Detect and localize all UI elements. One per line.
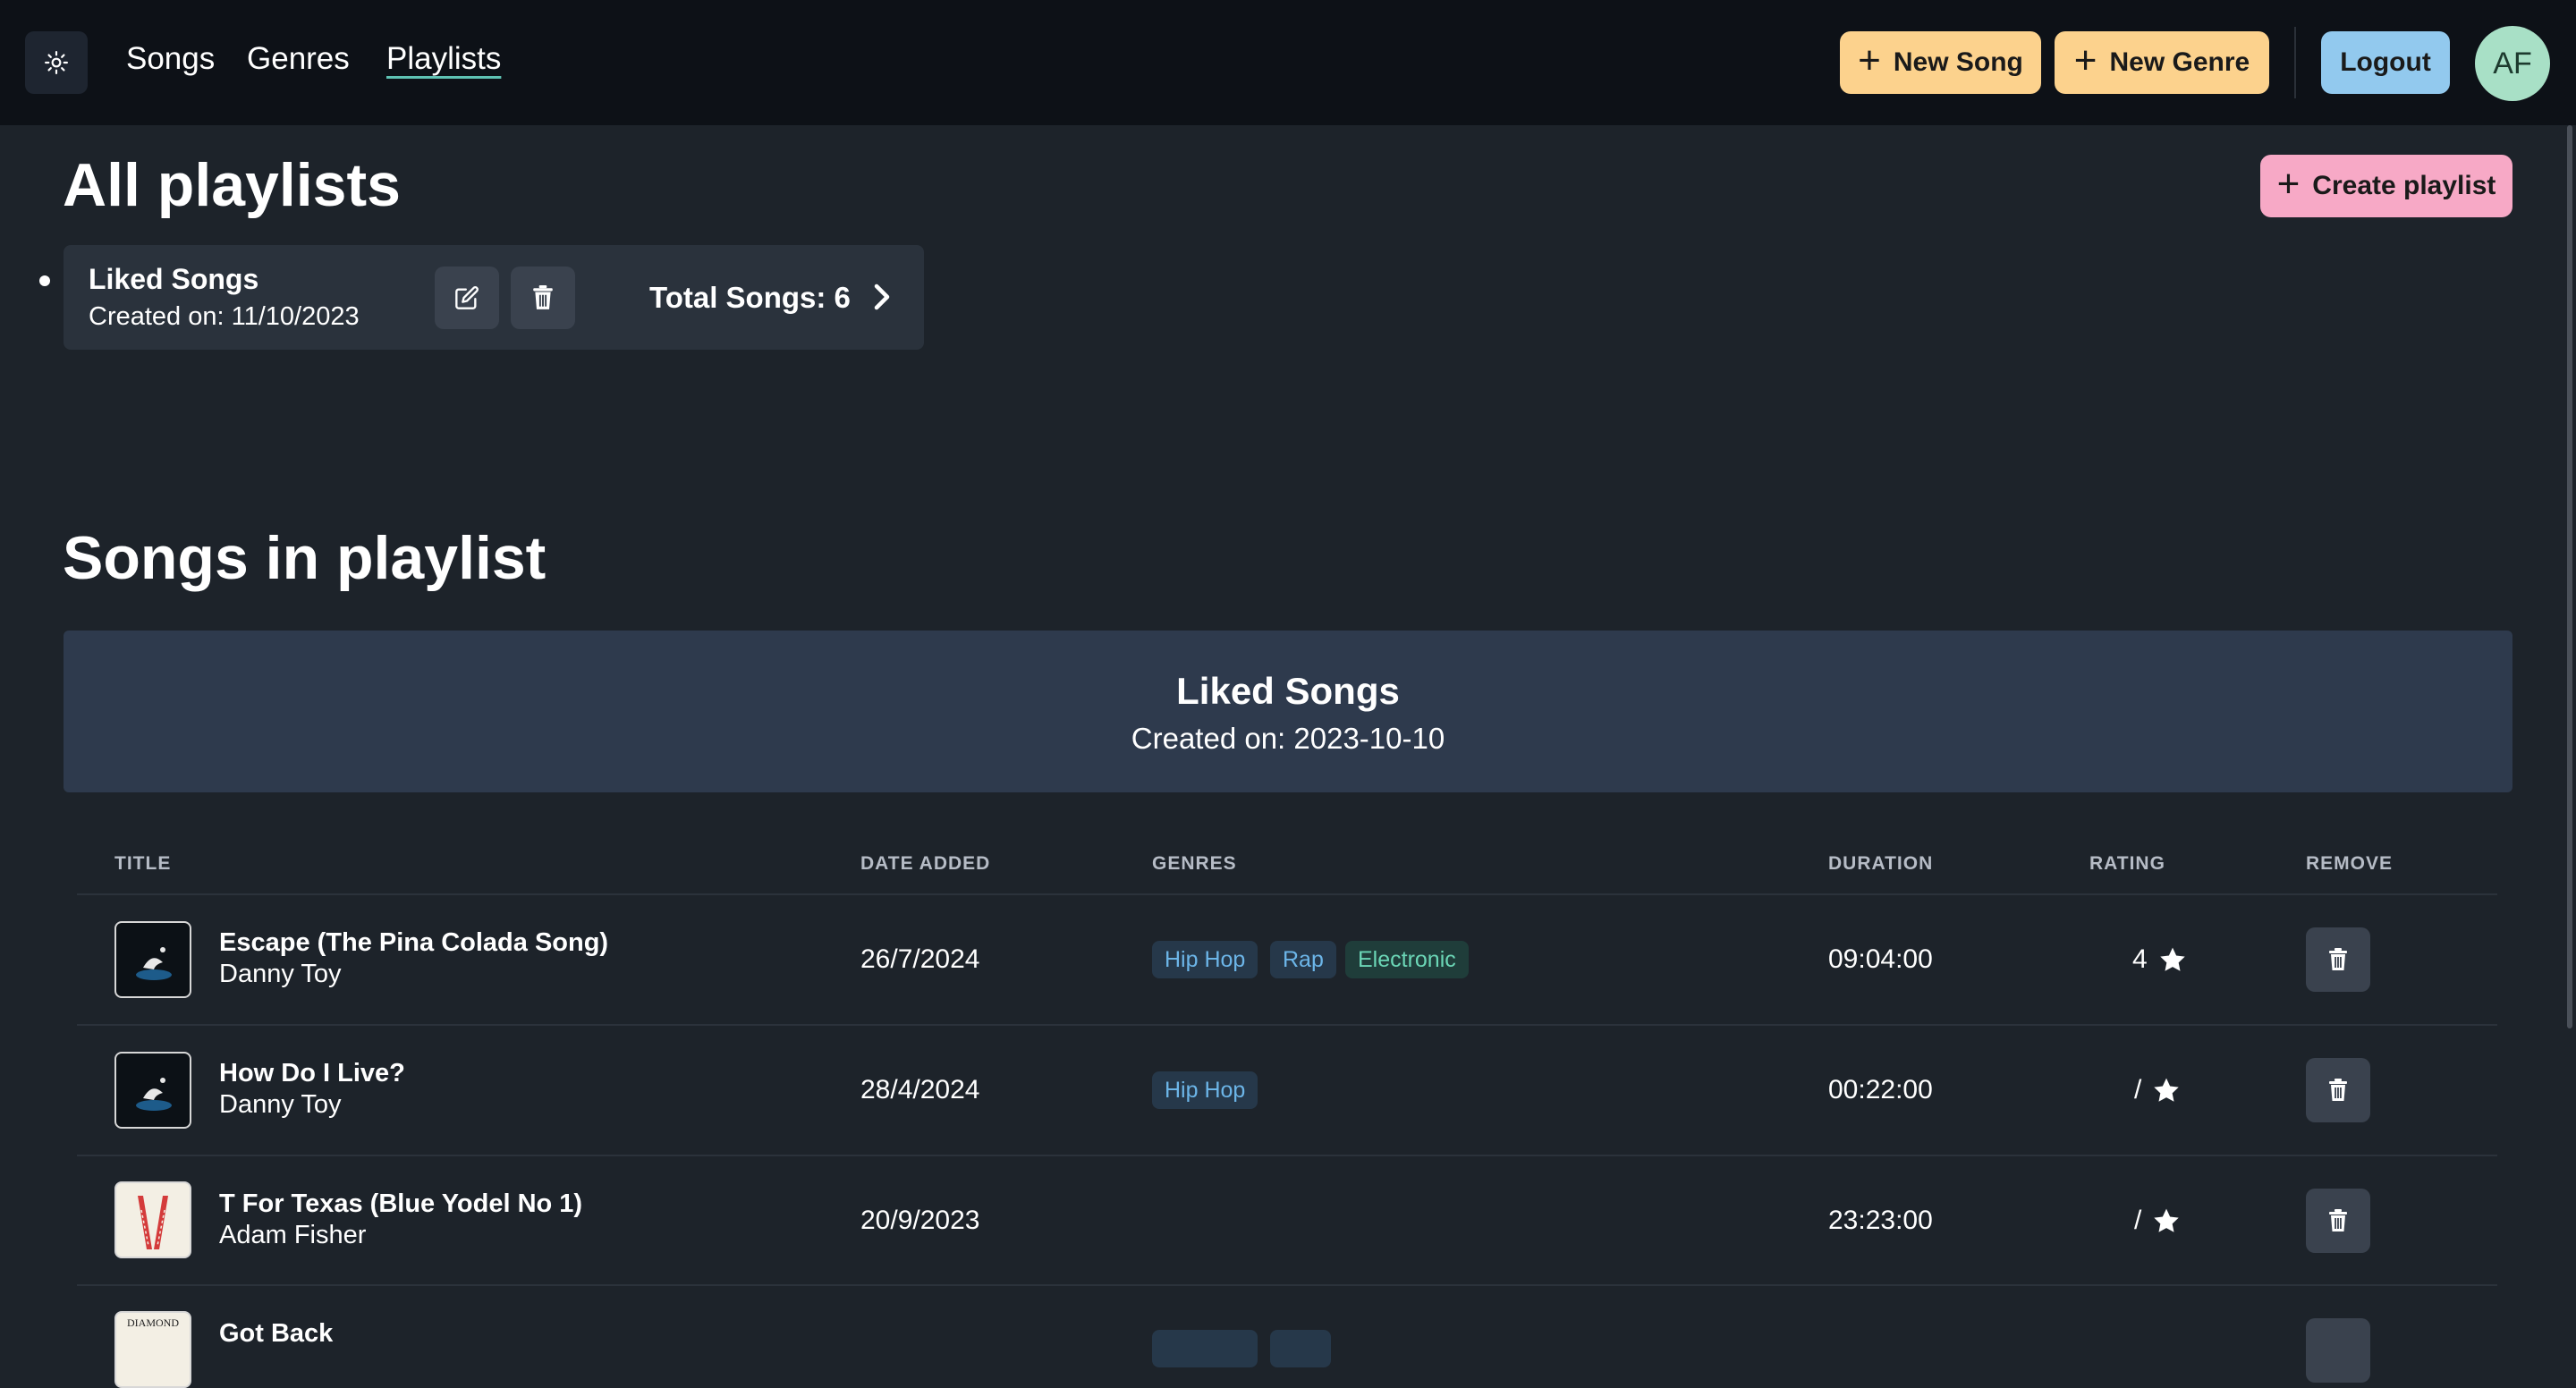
- song-title[interactable]: How Do I Live?: [219, 1059, 405, 1088]
- column-header-rating: RATING: [2089, 853, 2165, 874]
- date-added: 20/9/2023: [860, 1206, 980, 1235]
- column-header-remove: REMOVE: [2306, 853, 2394, 874]
- all-playlists-title: All playlists: [63, 151, 401, 219]
- nav-link-genres[interactable]: Genres: [247, 41, 350, 77]
- row-divider: [77, 893, 2497, 895]
- star-icon: [2154, 1208, 2180, 1232]
- logout-button[interactable]: Logout: [2321, 31, 2450, 94]
- song-rating[interactable]: /: [2134, 1206, 2181, 1236]
- rating-value: 4: [2132, 944, 2148, 974]
- create-playlist-button[interactable]: + Create playlist: [2260, 155, 2512, 217]
- genre-badge: Hip Hop: [1152, 1071, 1258, 1109]
- trash-icon: [2329, 948, 2347, 970]
- new-song-label: New Song: [1893, 47, 2023, 77]
- scrollbar[interactable]: [2567, 125, 2572, 1028]
- playlist-header-panel: Liked Songs Created on: 2023-10-10: [64, 631, 2512, 792]
- row-divider: [77, 1284, 2497, 1286]
- row-divider: [77, 1024, 2497, 1026]
- avatar[interactable]: AF: [2475, 26, 2550, 101]
- edit-playlist-button[interactable]: [435, 267, 499, 329]
- new-genre-button[interactable]: + New Genre: [2055, 31, 2269, 94]
- theme-toggle-button[interactable]: [25, 31, 88, 94]
- remove-song-button[interactable]: [2306, 927, 2370, 992]
- column-header-title: TITLE: [114, 853, 172, 874]
- genre-badge: Electronic: [1345, 941, 1469, 978]
- remove-song-button[interactable]: [2306, 1058, 2370, 1122]
- rating-value: /: [2134, 1206, 2142, 1235]
- edit-icon: [455, 286, 479, 309]
- chevron-right-icon[interactable]: [869, 281, 895, 313]
- songs-in-playlist-title: Songs in playlist: [63, 524, 547, 592]
- song-title[interactable]: Escape (The Pina Colada Song): [219, 928, 608, 958]
- navbar: Songs Genres Playlists + New Song + New …: [0, 0, 2576, 125]
- list-bullet: [39, 275, 50, 286]
- song-rating[interactable]: /: [2134, 1075, 2181, 1105]
- plus-icon: +: [1858, 38, 1881, 82]
- star-icon: [2154, 1078, 2180, 1102]
- song-duration: 23:23:00: [1828, 1206, 1933, 1235]
- album-thumbnail: [114, 1181, 191, 1258]
- song-title[interactable]: T For Texas (Blue Yodel No 1): [219, 1189, 582, 1219]
- album-thumbnail: [114, 921, 191, 998]
- playlist-name: Liked Songs: [89, 263, 259, 295]
- nav-link-songs[interactable]: Songs: [126, 41, 215, 77]
- genre-badge: Hip Hop: [1152, 941, 1258, 978]
- logout-label: Logout: [2340, 47, 2431, 77]
- delete-playlist-button[interactable]: [511, 267, 575, 329]
- sun-icon: [45, 51, 68, 74]
- remove-song-button[interactable]: [2306, 1318, 2370, 1383]
- avatar-initials: AF: [2493, 46, 2532, 80]
- song-duration: 09:04:00: [1828, 944, 1933, 974]
- genre-badge: [1270, 1330, 1331, 1367]
- rating-value: /: [2134, 1075, 2142, 1104]
- genre-badge: Rap: [1270, 941, 1336, 978]
- star-icon: [2159, 947, 2185, 971]
- date-added: 26/7/2024: [860, 944, 980, 974]
- remove-song-button[interactable]: [2306, 1189, 2370, 1253]
- song-duration: 00:22:00: [1828, 1075, 1933, 1104]
- song-title[interactable]: Got Back: [219, 1319, 333, 1349]
- song-artist: Adam Fisher: [219, 1221, 367, 1249]
- column-header-duration: DURATION: [1828, 853, 1934, 874]
- playlist-created-date: Created on: 11/10/2023: [89, 302, 360, 331]
- plus-icon: +: [2276, 162, 2301, 206]
- trash-icon: [2329, 1079, 2347, 1101]
- trash-icon: [2329, 1209, 2347, 1231]
- album-thumbnail-text: DIAMOND: [127, 1316, 179, 1329]
- song-rating[interactable]: 4: [2132, 944, 2187, 975]
- album-thumbnail: [114, 1052, 191, 1129]
- playlist-header-name: Liked Songs: [1176, 670, 1400, 712]
- column-header-date-added: DATE ADDED: [860, 853, 991, 874]
- new-genre-label: New Genre: [2109, 47, 2250, 77]
- genre-badge: [1152, 1330, 1258, 1367]
- create-playlist-label: Create playlist: [2312, 171, 2496, 200]
- new-song-button[interactable]: + New Song: [1840, 31, 2041, 94]
- album-thumbnail: DIAMOND: [114, 1311, 191, 1388]
- nav-divider: [2294, 27, 2296, 98]
- row-divider: [77, 1155, 2497, 1156]
- playlist-total-songs: Total Songs: 6: [649, 281, 851, 314]
- song-artist: Danny Toy: [219, 960, 342, 988]
- date-added: 28/4/2024: [860, 1075, 980, 1104]
- column-header-genres: GENRES: [1152, 853, 1237, 874]
- trash-icon: [533, 285, 553, 309]
- song-artist: Danny Toy: [219, 1090, 342, 1119]
- nav-link-playlists[interactable]: Playlists: [386, 41, 501, 77]
- playlist-card[interactable]: Liked Songs Created on: 11/10/2023 Total…: [64, 245, 924, 350]
- plus-icon: +: [2073, 38, 2097, 82]
- playlist-header-date: Created on: 2023-10-10: [1131, 722, 1445, 755]
